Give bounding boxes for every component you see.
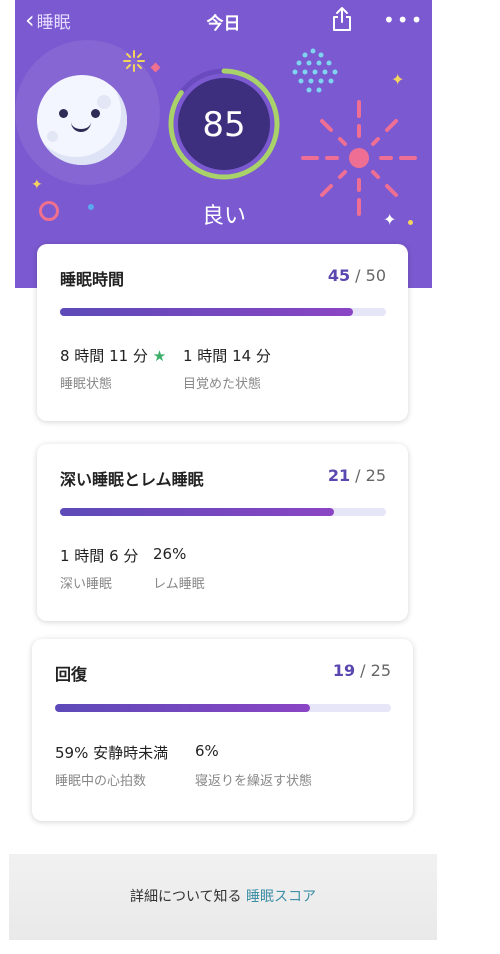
progress-bar <box>60 508 386 516</box>
nav-bar: ‹ 睡眠 今日 ••• <box>15 0 432 40</box>
star-icon: ✦ <box>391 70 405 89</box>
share-icon[interactable] <box>330 6 354 32</box>
sleep-score-rating: 良い <box>201 204 246 229</box>
firework-icon <box>301 100 417 216</box>
card-score: 21 / 25 <box>327 466 386 485</box>
card-title: 回復 <box>55 665 88 684</box>
sleep-duration-card[interactable]: 睡眠時間 45 / 50 8 時間 11 分 ★ 睡眠状態 1 時間 14 分 … <box>37 244 408 421</box>
metric-value: 8 時間 11 分 ★ <box>60 347 167 365</box>
card-score: 19 / 25 <box>332 661 391 680</box>
star-icon: ✦ <box>383 210 397 229</box>
card-title: 睡眠時間 <box>60 270 125 289</box>
progress-bar <box>55 704 391 712</box>
dot-burst-icon <box>292 48 338 93</box>
metric-label: 睡眠状態 <box>60 377 113 392</box>
metric-label: 寝返りを繰返す状態 <box>195 774 313 789</box>
star-icon: ★ <box>152 347 167 365</box>
dot-icon <box>88 204 94 210</box>
card-score: 45 / 50 <box>327 266 386 285</box>
footer-text: 詳細について知る <box>129 889 242 905</box>
learn-more-footer: 詳細について知る 睡眠スコア <box>9 854 437 940</box>
metric-label: 目覚めた状態 <box>183 377 262 392</box>
sleep-score-link[interactable]: 睡眠スコア <box>246 889 316 905</box>
metric-value: 59% 安静時未満 <box>55 744 169 762</box>
more-options-icon[interactable]: ••• <box>383 10 424 30</box>
ring-icon <box>39 201 59 221</box>
metric-label: 深い睡眠 <box>60 577 113 592</box>
deep-rem-sleep-card[interactable]: 深い睡眠とレム睡眠 21 / 25 1 時間 6 分 深い睡眠 26% レム睡眠 <box>37 444 408 621</box>
card-title: 深い睡眠とレム睡眠 <box>60 470 204 489</box>
sleep-score-value: 85 <box>202 105 246 145</box>
metric-label: 睡眠中の心拍数 <box>55 774 147 789</box>
progress-bar <box>60 308 386 316</box>
page-title: 今日 <box>206 14 241 34</box>
diamond-icon <box>150 62 161 73</box>
moon-icon <box>37 75 127 165</box>
star-icon: ✦ <box>31 177 43 193</box>
metric-value: 26% <box>153 545 187 563</box>
metric-value: 1 時間 6 分 <box>60 547 139 565</box>
sparkle-icon <box>123 50 145 72</box>
dot-icon <box>408 220 413 225</box>
metric-label: レム睡眠 <box>153 577 205 592</box>
metric-value: 1 時間 14 分 <box>183 347 271 365</box>
recovery-card[interactable]: 回復 19 / 25 59% 安静時未満 睡眠中の心拍数 6% 寝返りを繰返す状… <box>32 639 413 821</box>
metric-value: 6% <box>195 742 219 760</box>
